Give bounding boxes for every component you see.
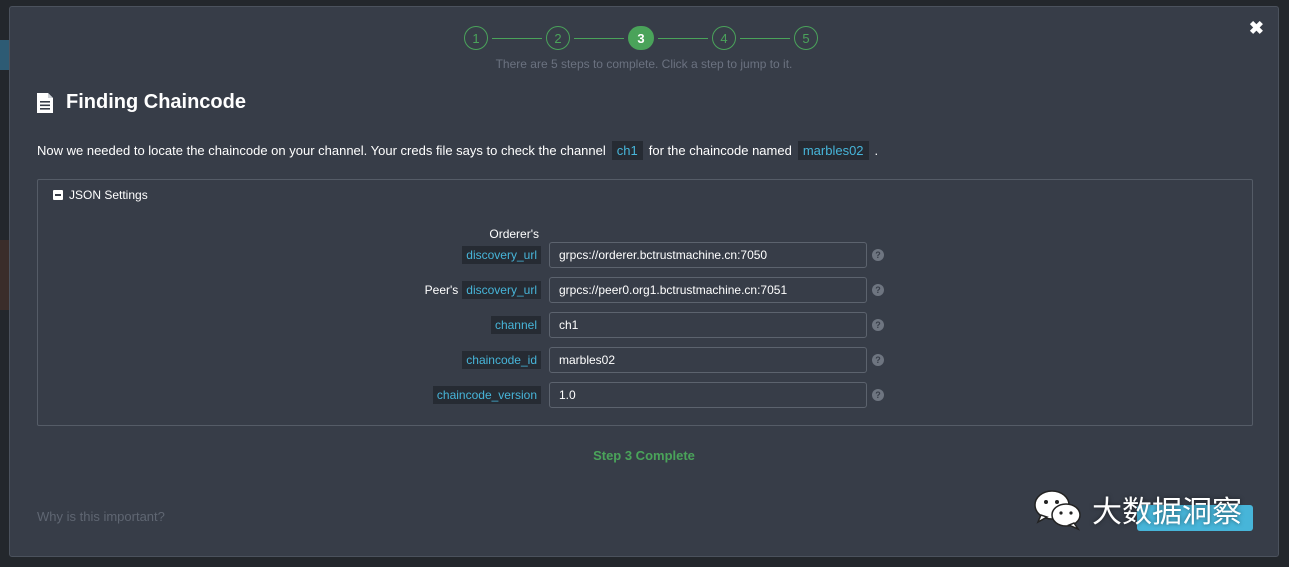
- field-label: Peer's discovery_url: [425, 277, 541, 303]
- step-connector: [574, 37, 624, 39]
- json-settings-toggle[interactable]: JSON Settings: [53, 188, 148, 202]
- step-4[interactable]: 4: [712, 26, 736, 50]
- description-text: Now we needed to locate the chaincode on…: [37, 143, 606, 158]
- step-status: Step 3 Complete: [593, 448, 695, 463]
- collapse-icon: [53, 190, 63, 200]
- watermark-text: 大数据洞察: [1092, 496, 1242, 529]
- title-text: Finding Chaincode: [66, 91, 246, 113]
- field-row-channel: channel ?: [38, 312, 1254, 338]
- step-connector: [658, 37, 708, 39]
- field-prefix: Peer's: [424, 283, 459, 297]
- description-text: for the chaincode named: [648, 143, 792, 158]
- field-row-peer-url: Peer's discovery_url ?: [38, 277, 1254, 303]
- field-row-chaincode-id: chaincode_id ?: [38, 347, 1254, 373]
- step-hint: There are 5 steps to complete. Click a s…: [495, 57, 793, 71]
- orderer-url-input[interactable]: [549, 242, 867, 268]
- field-key-chip: channel: [490, 316, 541, 334]
- description: Now we needed to locate the chaincode on…: [37, 141, 878, 160]
- watermark: 大数据洞察: [1032, 487, 1242, 531]
- wizard-modal: ✖ 1 2 3 4 5 There are 5 steps to complet…: [9, 6, 1279, 557]
- help-icon[interactable]: ?: [872, 389, 884, 401]
- peer-url-input[interactable]: [549, 277, 867, 303]
- field-label: discovery_url: [462, 242, 541, 268]
- field-key-chip: chaincode_version: [432, 386, 541, 404]
- wechat-icon: [1034, 490, 1081, 531]
- channel-input[interactable]: [549, 312, 867, 338]
- step-1[interactable]: 1: [464, 26, 488, 50]
- step-2[interactable]: 2: [546, 26, 570, 50]
- chaincode-chip: marbles02: [797, 141, 869, 160]
- json-settings-label: JSON Settings: [69, 188, 148, 202]
- page-title: Finding Chaincode: [36, 91, 246, 114]
- field-key-chip: discovery_url: [462, 281, 541, 299]
- field-row-orderer-url: discovery_url ?: [38, 242, 1254, 268]
- description-text: .: [874, 143, 879, 158]
- step-connector: [740, 37, 790, 39]
- channel-chip: ch1: [611, 141, 643, 160]
- field-key-chip: discovery_url: [462, 246, 541, 264]
- field-label: chaincode_version: [432, 382, 541, 408]
- chaincode-id-input[interactable]: [549, 347, 867, 373]
- chaincode-version-input[interactable]: [549, 382, 867, 408]
- help-icon[interactable]: ?: [872, 319, 884, 331]
- help-icon[interactable]: ?: [872, 249, 884, 261]
- field-key-chip: chaincode_id: [462, 351, 541, 369]
- field-row-chaincode-version: chaincode_version ?: [38, 382, 1254, 408]
- close-icon[interactable]: ✖: [1249, 19, 1264, 37]
- json-settings-panel: JSON Settings Orderer's discovery_url ? …: [37, 179, 1253, 426]
- why-important-link[interactable]: Why is this important?: [37, 509, 165, 524]
- field-label: chaincode_id: [462, 347, 541, 373]
- step-3[interactable]: 3: [628, 26, 654, 50]
- step-connector: [492, 37, 542, 39]
- help-icon[interactable]: ?: [872, 284, 884, 296]
- step-5[interactable]: 5: [794, 26, 818, 50]
- document-icon: [37, 92, 53, 113]
- step-navigator: 1 2 3 4 5: [464, 26, 818, 50]
- help-icon[interactable]: ?: [872, 354, 884, 366]
- orderer-label: Orderer's: [489, 227, 539, 241]
- field-label: channel: [490, 312, 541, 338]
